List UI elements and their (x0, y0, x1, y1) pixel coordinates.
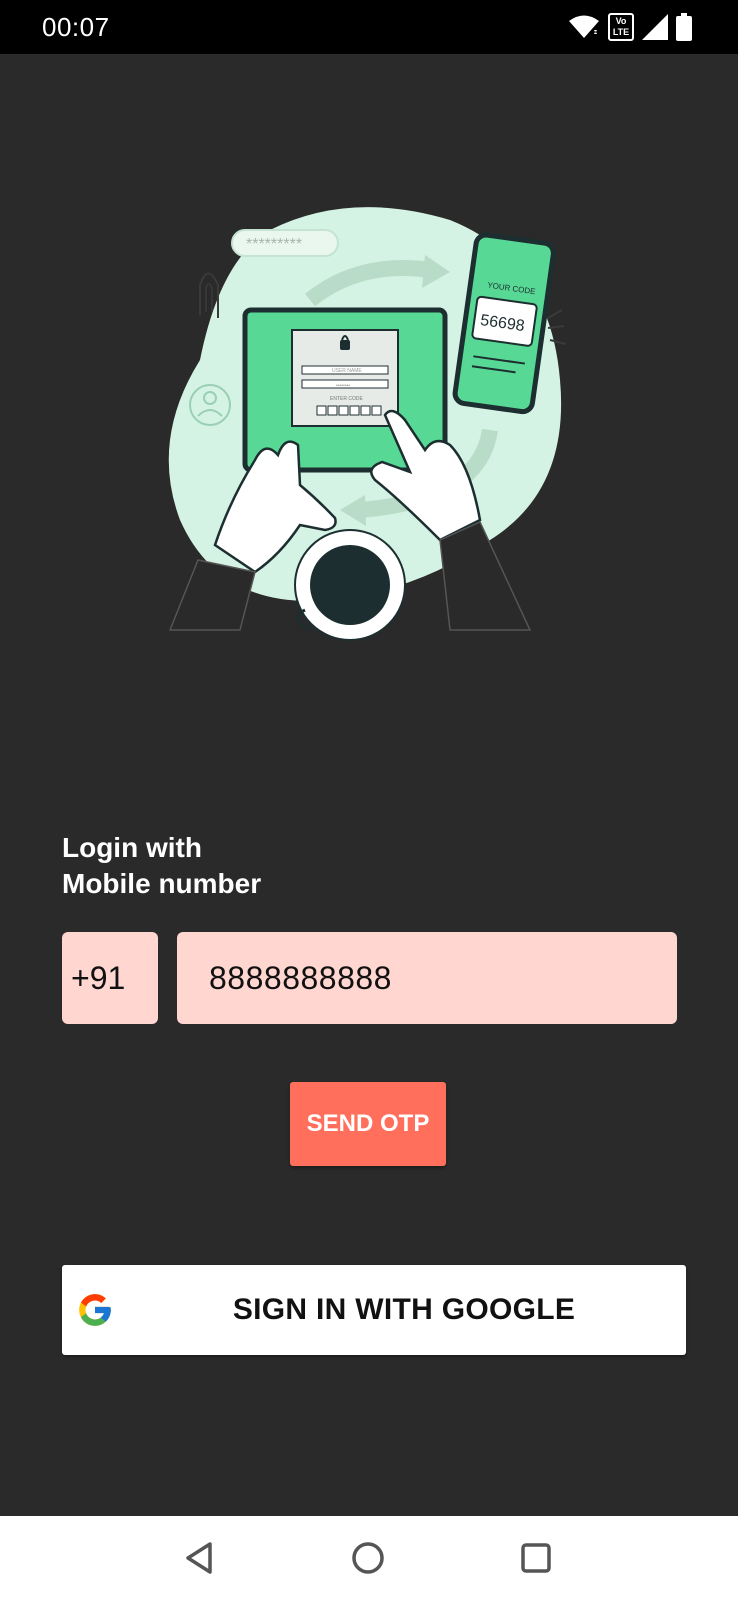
left-sleeve (168, 559, 256, 631)
status-bar: 00:07 Vo LTE (0, 0, 738, 54)
wifi-icon (569, 15, 599, 38)
login-heading-line1: Login with (62, 832, 202, 863)
google-sign-in-label: SIGN IN WITH GOOGLE (232, 1293, 576, 1326)
volte-icon: Vo LTE (608, 13, 634, 41)
login-heading-line2: Mobile number (62, 868, 262, 899)
svg-text:••••••••: •••••••• (336, 383, 350, 389)
signal-icon (642, 14, 668, 40)
mobile-number-input[interactable] (177, 932, 677, 1024)
status-icons: Vo LTE (568, 13, 692, 41)
svg-text:ENTER CODE: ENTER CODE (330, 396, 363, 402)
navigation-bar (0, 1516, 738, 1600)
svg-text:USER NAME: USER NAME (332, 368, 362, 374)
back-icon[interactable] (180, 1538, 220, 1578)
battery-icon (676, 13, 692, 41)
recents-icon[interactable] (516, 1538, 556, 1578)
login-heading: Login with Mobile number (62, 830, 261, 902)
right-sleeve (439, 521, 532, 631)
status-time: 00:07 (42, 12, 110, 42)
google-sign-in-button[interactable]: SIGN IN WITH GOOGLE (62, 1265, 686, 1355)
home-icon[interactable] (348, 1538, 388, 1578)
google-g-icon (79, 1294, 111, 1326)
login-illustration: ********* USER NAME •••••••• ENTER CODE … (168, 207, 567, 641)
send-otp-button[interactable]: SEND OTP (290, 1082, 446, 1166)
svg-text:*********: ********* (246, 236, 302, 253)
country-code-field[interactable]: +91 (62, 932, 158, 1024)
